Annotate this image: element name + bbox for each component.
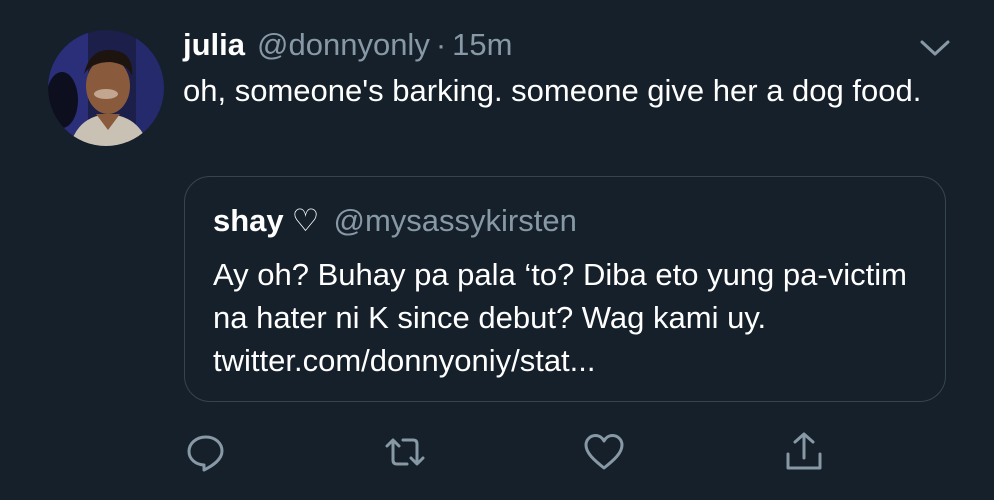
retweet-icon bbox=[385, 438, 425, 466]
tweet-header: julia @donnyonly · 15m bbox=[183, 20, 512, 70]
share-icon bbox=[786, 432, 822, 470]
avatar[interactable] bbox=[48, 30, 164, 146]
tweet-timestamp[interactable]: 15m bbox=[452, 27, 512, 63]
quoted-author-display-name: shay bbox=[213, 203, 284, 238]
quoted-author-handle: @mysassykirsten bbox=[333, 203, 577, 238]
reply-button[interactable] bbox=[184, 430, 228, 474]
retweet-button[interactable] bbox=[383, 430, 427, 474]
share-button[interactable] bbox=[782, 430, 826, 474]
tweet[interactable]: julia @donnyonly · 15m oh, someone's bar… bbox=[0, 0, 994, 500]
separator-dot: · bbox=[435, 27, 447, 62]
quoted-tweet-text: Ay oh? Buhay pa pala ‘to? Diba eto yung … bbox=[213, 257, 907, 378]
author-display-name[interactable]: julia bbox=[183, 27, 245, 63]
author-handle[interactable]: @donnyonly bbox=[257, 27, 430, 63]
heart-icon bbox=[584, 434, 624, 470]
quoted-name-heart-emoji: ♡ bbox=[291, 203, 320, 238]
quoted-tweet[interactable]: shay ♡ @mysassykirsten Ay oh? Buhay pa p… bbox=[184, 176, 946, 402]
tweet-text: oh, someone's barking. someone give her … bbox=[183, 73, 922, 108]
chevron-down-icon[interactable] bbox=[918, 36, 952, 60]
like-button[interactable] bbox=[582, 430, 626, 474]
quoted-tweet-header: shay ♡ @mysassykirsten bbox=[213, 199, 577, 243]
reply-icon bbox=[187, 435, 224, 472]
